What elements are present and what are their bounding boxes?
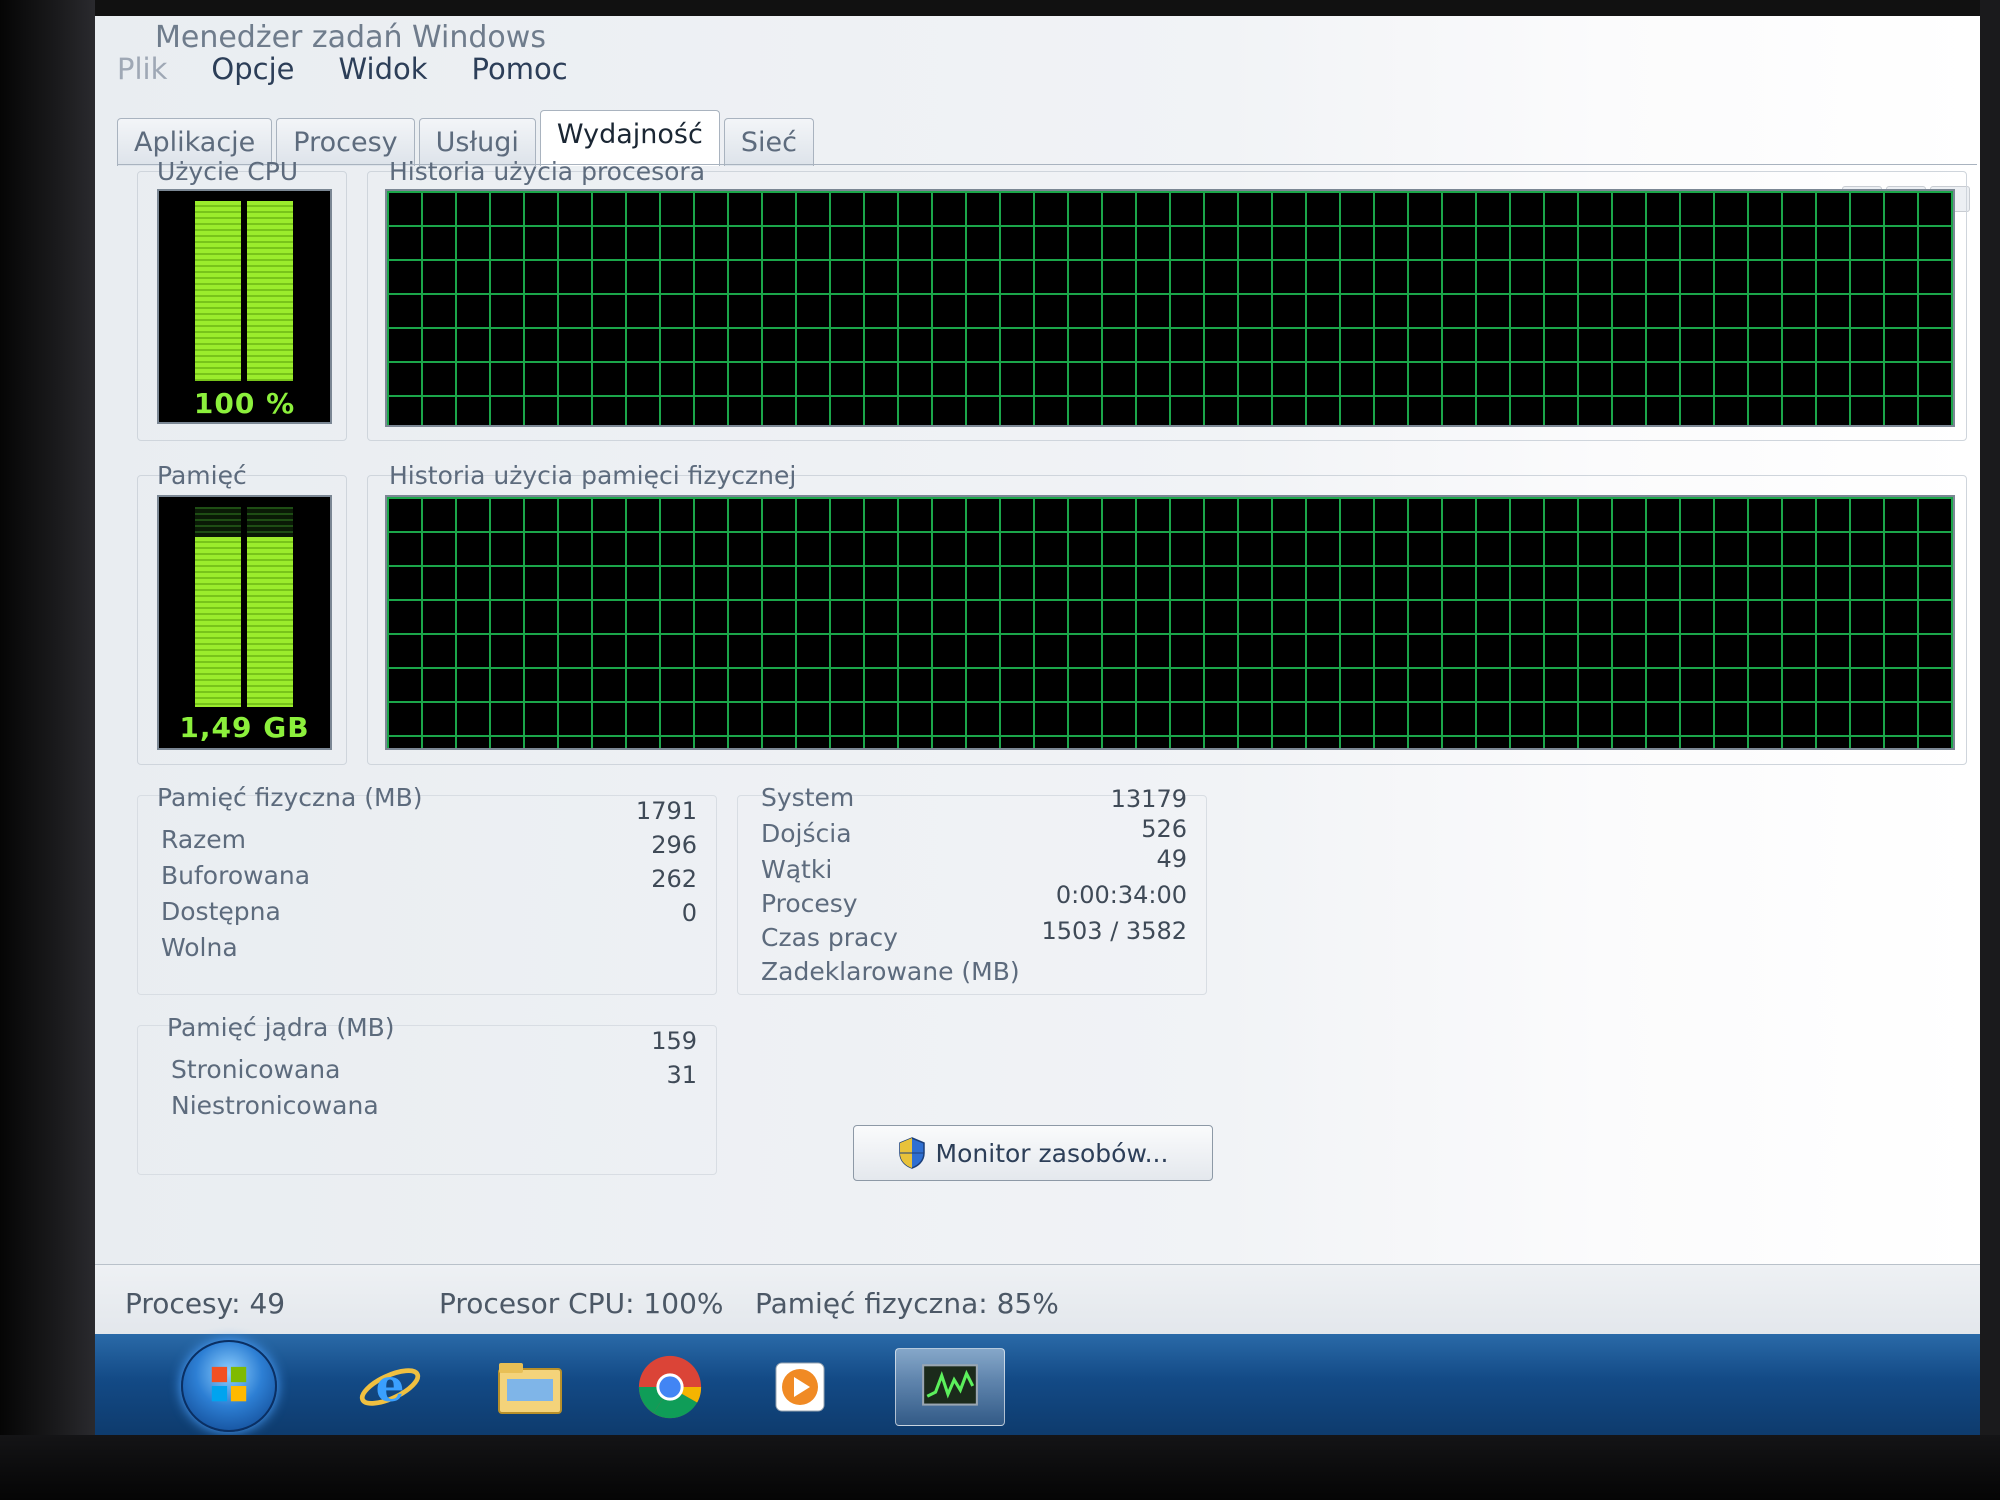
memory-gauge-bar <box>247 507 293 707</box>
task-manager-icon[interactable] <box>895 1348 1005 1426</box>
laptop-bezel-bottom <box>0 1435 2000 1500</box>
system-row-value: 13179 <box>1110 785 1187 813</box>
physical-memory-row-label: Buforowana <box>161 861 311 890</box>
system-row-label: Dojścia <box>761 819 852 848</box>
system-row-label: Zadeklarowane (MB) <box>761 957 1020 986</box>
laptop-bezel-right <box>1980 0 2000 1500</box>
physical-memory-title: Pamięć fizyczna (MB) <box>157 783 423 812</box>
resource-monitor-button[interactable]: Monitor zasobów... <box>853 1125 1213 1181</box>
status-physical-memory: Pamięć fizyczna: 85% <box>755 1287 1059 1320</box>
window-title: Menedżer zadań Windows <box>155 20 546 55</box>
cpu-usage-value: 100 % <box>193 387 296 420</box>
explorer-folder-icon[interactable] <box>485 1348 575 1426</box>
physical-memory-row-label: Dostępna <box>161 897 281 926</box>
cpu-usage-gauge: 100 % <box>157 189 332 424</box>
kernel-memory-row-value: 159 <box>651 1027 697 1055</box>
system-row-value: 49 <box>1156 845 1187 873</box>
memory-usage-value: 1,49 GB <box>179 711 310 744</box>
cpu-history-graph <box>385 189 1955 427</box>
menu-item-options[interactable]: Opcje <box>211 52 294 86</box>
screen: Menedżer zadań Windows Plik Opcje Widok … <box>95 16 1980 1435</box>
cpu-history-label: Historia użycia procesora <box>389 157 706 186</box>
status-processes: Procesy: 49 <box>125 1287 286 1320</box>
system-row-label: Czas pracy <box>761 923 898 952</box>
physical-memory-row-value: 0 <box>681 899 697 927</box>
system-row-label: Procesy <box>761 889 858 918</box>
memory-label: Pamięć <box>157 461 247 490</box>
cpu-usage-label: Użycie CPU <box>157 157 299 186</box>
physical-memory-row-value: 296 <box>651 831 697 859</box>
kernel-memory-row-value: 31 <box>666 1061 697 1089</box>
performance-panel: Użycie CPU 100 % Historia użycia proceso… <box>117 157 1977 1284</box>
cpu-gauge-bar <box>247 201 293 381</box>
memory-history-label: Historia użycia pamięci fizycznej <box>389 461 797 490</box>
memory-gauge-bar <box>195 507 241 707</box>
status-cpu: Procesor CPU: 100% <box>439 1287 724 1320</box>
physical-memory-row-label: Razem <box>161 825 246 854</box>
internet-explorer-icon[interactable]: e <box>345 1348 435 1426</box>
system-row-value: 0:00:34:00 <box>1055 881 1187 909</box>
system-row-label: Wątki <box>761 855 833 884</box>
memory-gauge: 1,49 GB <box>157 495 332 750</box>
system-row-value: 1503 / 3582 <box>1041 917 1188 945</box>
menu-item-view[interactable]: Widok <box>338 52 427 86</box>
menu-item-file[interactable]: Plik <box>117 52 167 86</box>
laptop-bezel-top <box>0 0 2000 16</box>
laptop-bezel-left <box>0 0 95 1500</box>
physical-memory-row-value: 262 <box>651 865 697 893</box>
menu-bar: Plik Opcje Widok Pomoc <box>117 52 568 86</box>
kernel-memory-row-label: Niestronicowana <box>171 1091 379 1120</box>
tab-network[interactable]: Sieć <box>723 118 814 166</box>
svg-text:e: e <box>376 1359 405 1412</box>
kernel-memory-row-label: Stronicowana <box>171 1055 341 1084</box>
media-player-icon[interactable] <box>755 1348 845 1426</box>
menu-item-help[interactable]: Pomoc <box>472 52 568 86</box>
resource-monitor-label: Monitor zasobów... <box>935 1138 1169 1168</box>
start-orb[interactable] <box>181 1340 277 1432</box>
status-bar: Procesy: 49 Procesor CPU: 100% Pamięć fi… <box>95 1264 1980 1334</box>
physical-memory-row-value: 1791 <box>635 797 697 825</box>
cpu-gauge-bar <box>195 201 241 381</box>
system-row-value: 526 <box>1141 815 1187 843</box>
memory-history-graph <box>385 495 1955 750</box>
kernel-memory-title: Pamięć jądra (MB) <box>167 1013 395 1042</box>
taskbar: e <box>95 1334 1980 1435</box>
uac-shield-icon <box>898 1137 926 1169</box>
physical-memory-row-label: Wolna <box>161 933 238 962</box>
chrome-icon[interactable] <box>625 1348 715 1426</box>
system-title: System <box>761 783 855 812</box>
